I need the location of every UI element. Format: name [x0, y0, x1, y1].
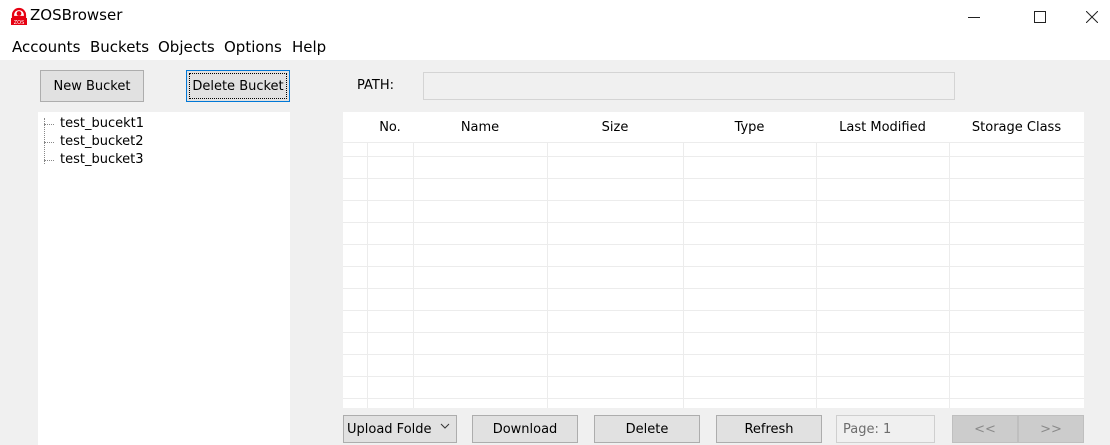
column-header-name[interactable]: Name — [413, 112, 547, 142]
menu-objects[interactable]: Objects — [158, 37, 215, 57]
chevron-down-icon — [440, 421, 450, 434]
tree-item-bucket-3[interactable]: test_bucket3 — [38, 151, 238, 169]
tree-item-bucket-2[interactable]: test_bucket2 — [38, 133, 238, 151]
bucket-tree: test_bucekt1 test_bucket2 test_bucket3 — [38, 112, 290, 445]
title-bar: ZOS ZOSBrowser — [0, 0, 1110, 34]
path-input[interactable] — [423, 72, 955, 100]
download-button[interactable]: Download — [472, 415, 578, 443]
zos-logo-icon: ZOS — [10, 5, 28, 27]
menu-accounts[interactable]: Accounts — [12, 37, 80, 57]
close-icon[interactable] — [1070, 0, 1110, 34]
column-header-type[interactable]: Type — [683, 112, 816, 142]
menu-bar: Accounts Buckets Objects Options Help — [0, 34, 1110, 60]
tree-item-bucket-1[interactable]: test_bucekt1 — [38, 115, 238, 133]
upload-dropdown-label: Upload Folde — [347, 421, 432, 437]
column-header-size[interactable]: Size — [547, 112, 683, 142]
tree-branch-line — [44, 142, 54, 143]
row-divider — [343, 178, 1084, 179]
row-divider — [343, 332, 1084, 333]
new-bucket-button[interactable]: New Bucket — [40, 70, 144, 102]
refresh-button[interactable]: Refresh — [716, 415, 822, 443]
row-divider — [343, 376, 1084, 377]
row-divider — [343, 398, 1084, 399]
row-divider — [343, 310, 1084, 311]
page-input[interactable]: Page: 1 — [836, 415, 935, 443]
delete-button[interactable]: Delete — [594, 415, 700, 443]
window-title: ZOSBrowser — [30, 6, 123, 24]
svg-text:ZOS: ZOS — [14, 20, 25, 26]
row-divider — [343, 142, 1084, 143]
object-table[interactable]: No. Name Size Type Last Modified Storage… — [343, 112, 1084, 408]
tree-branch-line — [44, 124, 54, 125]
column-header-storage-class[interactable]: Storage Class — [949, 112, 1084, 142]
row-divider — [343, 266, 1084, 267]
next-page-button[interactable]: >> — [1018, 415, 1084, 443]
tree-item-label: test_bucekt1 — [60, 116, 144, 131]
maximize-icon[interactable] — [1018, 0, 1062, 34]
upload-dropdown[interactable]: Upload Folde — [343, 415, 457, 443]
delete-bucket-button[interactable]: Delete Bucket — [186, 70, 290, 102]
tree-branch-line — [44, 160, 54, 161]
tree-item-label: test_bucket2 — [60, 134, 144, 149]
prev-page-button[interactable]: << — [952, 415, 1018, 443]
row-divider — [343, 244, 1084, 245]
row-divider — [343, 222, 1084, 223]
row-divider — [343, 200, 1084, 201]
menu-buckets[interactable]: Buckets — [90, 37, 149, 57]
row-divider — [343, 288, 1084, 289]
menu-options[interactable]: Options — [224, 37, 282, 57]
row-divider — [343, 354, 1084, 355]
menu-help[interactable]: Help — [292, 37, 326, 57]
table-header: No. Name Size Type Last Modified Storage… — [343, 112, 1084, 142]
column-header-no[interactable]: No. — [367, 112, 413, 142]
path-label: PATH: — [357, 78, 394, 93]
column-header-last-modified[interactable]: Last Modified — [816, 112, 949, 142]
minimize-icon[interactable] — [952, 0, 996, 34]
tree-item-label: test_bucket3 — [60, 152, 144, 167]
row-divider — [343, 156, 1084, 157]
